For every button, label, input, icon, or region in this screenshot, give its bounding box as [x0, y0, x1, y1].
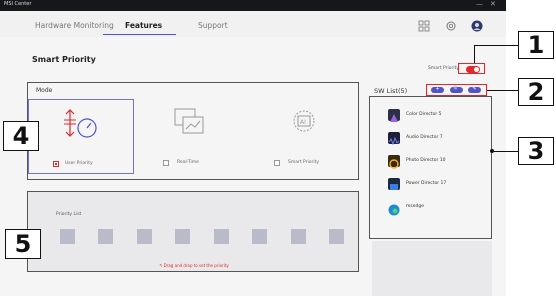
callout-line-2 — [487, 90, 518, 91]
msi-center-window: MSI Center — ✕ Hardware Monitoring Featu… — [0, 0, 556, 296]
page-title: Smart Priority — [32, 55, 96, 64]
avatar-icon[interactable] — [471, 20, 483, 32]
title-bar: MSI Center — ✕ — [0, 0, 506, 11]
priority-slot[interactable] — [214, 229, 229, 244]
callout-line-3 — [492, 151, 518, 152]
callout-marker-4: 4 — [3, 121, 39, 151]
priority-slot[interactable] — [137, 229, 152, 244]
sw-item-name: Audio Director 7 — [406, 135, 443, 140]
user-priority-checkbox[interactable] — [53, 161, 59, 167]
callout-line-1 — [474, 45, 475, 63]
sw-list-footer-area — [372, 241, 492, 296]
callout-highlight-toggle — [458, 63, 485, 74]
priority-slot[interactable] — [291, 229, 306, 244]
tab-features[interactable]: Features — [125, 21, 162, 30]
priority-slot[interactable] — [60, 229, 75, 244]
smart-priority-ai-icon: AI — [293, 110, 315, 132]
grid-icon[interactable] — [418, 20, 430, 32]
gear-icon[interactable] — [445, 20, 457, 32]
tab-support[interactable]: Support — [198, 21, 228, 30]
close-button[interactable]: ✕ — [490, 0, 496, 8]
real-time-icon — [174, 108, 204, 134]
priority-hint-text: Drag and drop to set the priority. — [163, 263, 230, 268]
power-director-icon — [388, 178, 400, 190]
priority-list-panel: Priority List ↰ Drag and drop to set the… — [27, 191, 359, 272]
top-nav: Hardware Monitoring Features Support — [0, 11, 506, 37]
app-title: MSI Center — [4, 1, 32, 7]
mode-panel: Mode User Priority Real-Time AI Smart Pr… — [27, 82, 359, 180]
priority-list-title: Priority List — [56, 212, 82, 217]
priority-slot[interactable] — [252, 229, 267, 244]
mode-title: Mode — [36, 87, 53, 94]
tab-hardware-monitoring[interactable]: Hardware Monitoring — [35, 21, 114, 30]
mode-option-smart-priority[interactable]: AI Smart Priority — [250, 99, 356, 174]
priority-slot[interactable] — [175, 229, 190, 244]
priority-hint: ↰ Drag and drop to set the priority. — [159, 263, 229, 268]
mode-option-user-priority[interactable]: User Priority — [28, 99, 134, 174]
real-time-checkbox[interactable] — [163, 160, 169, 166]
smart-priority-option-label: Smart Priority — [288, 160, 320, 165]
user-priority-label: User Priority — [65, 161, 93, 166]
mode-option-real-time[interactable]: Real-Time — [139, 99, 245, 174]
edge-icon — [388, 201, 400, 216]
sw-list-title: SW List(5) — [374, 87, 408, 95]
callout-marker-5: 5 — [5, 229, 41, 259]
svg-text:AI: AI — [300, 119, 306, 126]
smart-priority-checkbox[interactable] — [274, 160, 280, 166]
real-time-label: Real-Time — [177, 160, 199, 165]
minimize-button[interactable]: — — [476, 0, 483, 8]
sw-item-name: msedge — [406, 204, 424, 209]
callout-marker-2: 2 — [518, 78, 554, 106]
color-director-icon — [388, 109, 400, 122]
sw-item-name: Power Director 17 — [406, 181, 447, 186]
callout-line-1b — [474, 45, 518, 46]
callout-marker-1: 1 — [518, 31, 554, 59]
active-tab-indicator — [103, 34, 176, 35]
audio-director-icon — [388, 132, 400, 146]
sw-item-name: Color Director 5 — [406, 112, 442, 117]
priority-slot[interactable] — [329, 229, 344, 244]
sw-item-name: Photo Director 10 — [406, 158, 446, 163]
sw-list-panel: Color Director 5 Audio Director 7 Photo … — [369, 96, 492, 239]
smart-priority-toggle-label: Smart Priority — [428, 66, 460, 71]
priority-slot[interactable] — [98, 229, 113, 244]
photo-director-icon — [388, 155, 400, 169]
callout-marker-3: 3 — [518, 137, 554, 165]
callout-highlight-buttons — [426, 84, 487, 96]
user-priority-icon — [64, 109, 97, 138]
